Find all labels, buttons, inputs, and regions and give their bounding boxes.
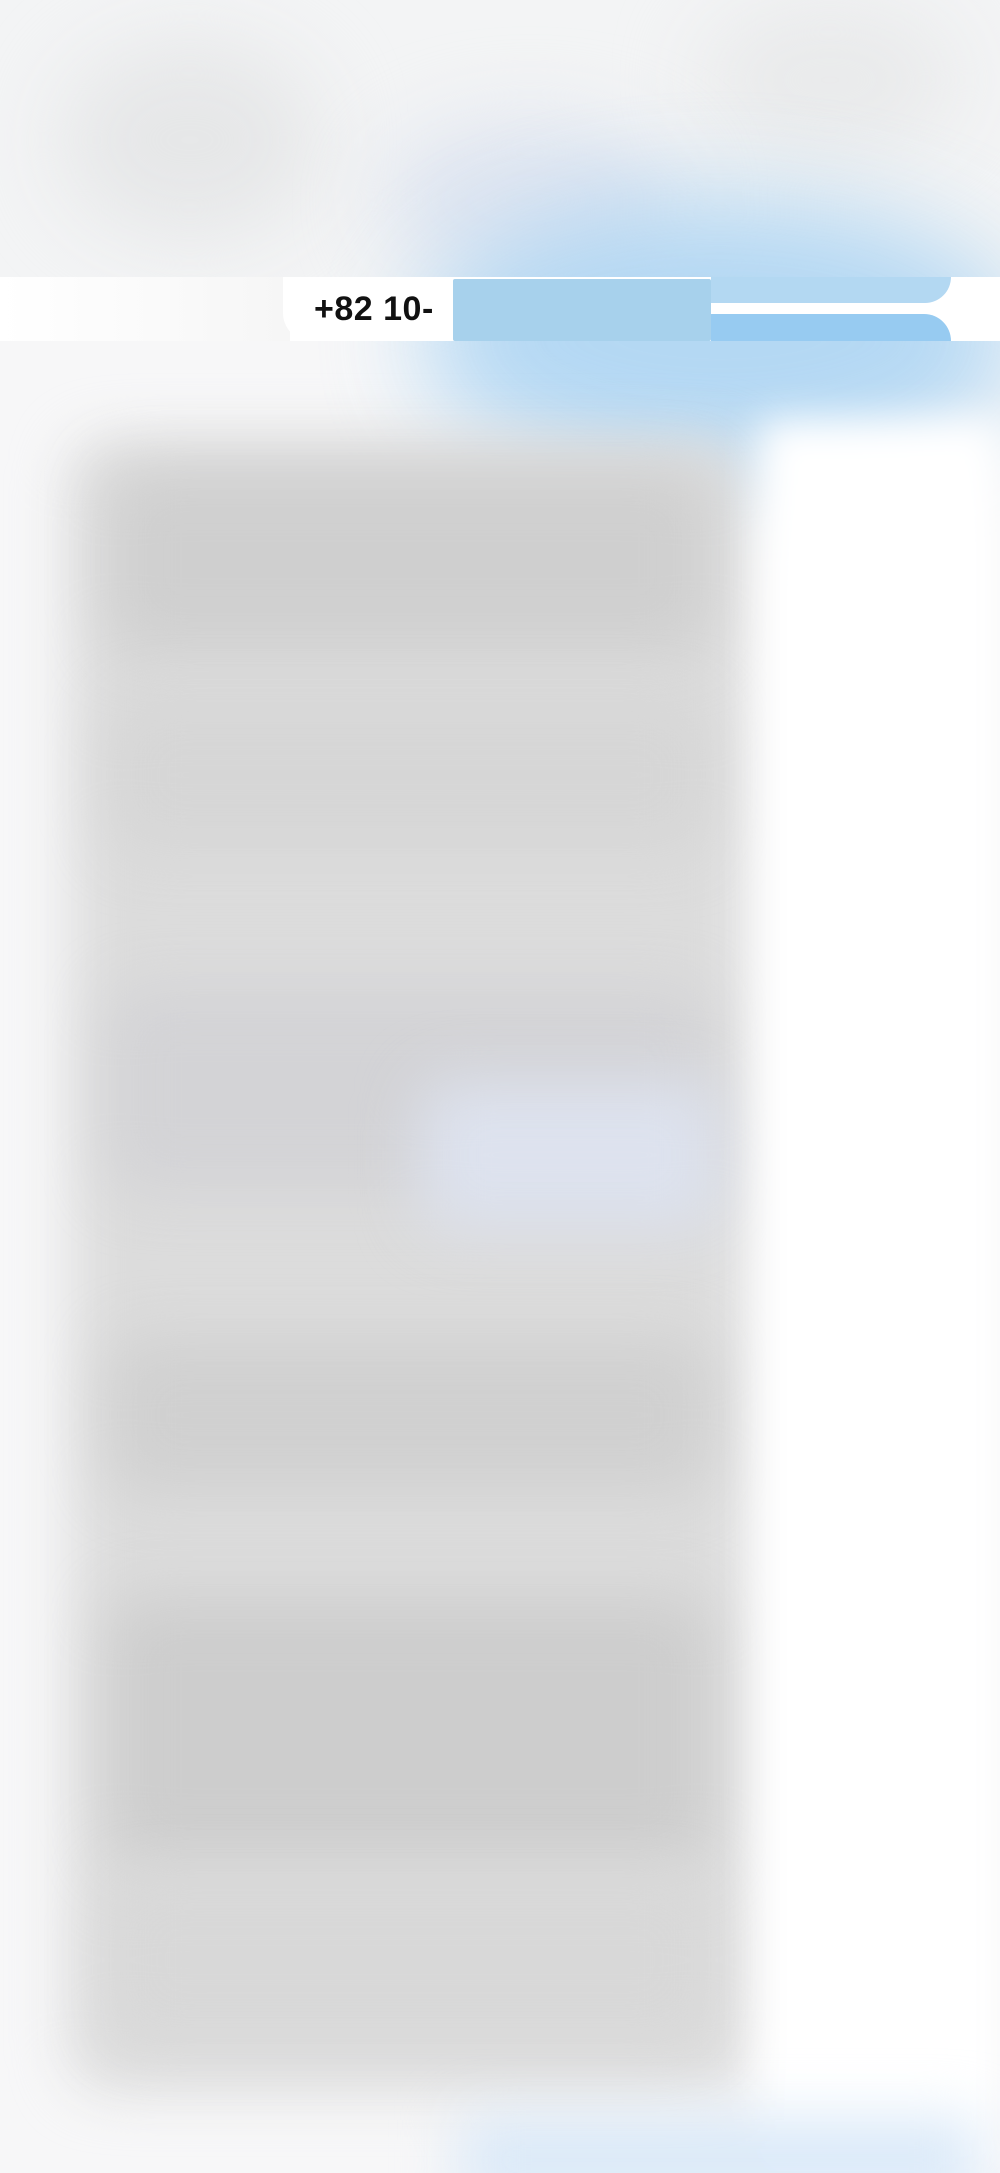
blurred-bottom-glow <box>460 2120 980 2173</box>
blurred-shape <box>60 40 320 240</box>
blurred-content-block <box>110 470 710 650</box>
blurred-content-block <box>110 1340 710 1490</box>
banner-fade <box>0 277 290 341</box>
blurred-content-block <box>110 1880 710 2040</box>
blue-highlight-bottom <box>711 314 951 341</box>
right-whitespace <box>760 420 1000 2173</box>
blurred-content-block <box>420 1080 720 1230</box>
redacted-phone-digits <box>453 279 711 341</box>
screen: +82 10- <box>0 0 1000 2173</box>
blue-highlight-top <box>711 277 951 303</box>
banner-right-edge <box>951 277 1000 341</box>
phone-number-text: +82 10- <box>314 290 434 328</box>
blurred-content-block <box>110 1600 710 1860</box>
blurred-shape <box>700 0 960 160</box>
blurred-content-block <box>110 700 710 850</box>
